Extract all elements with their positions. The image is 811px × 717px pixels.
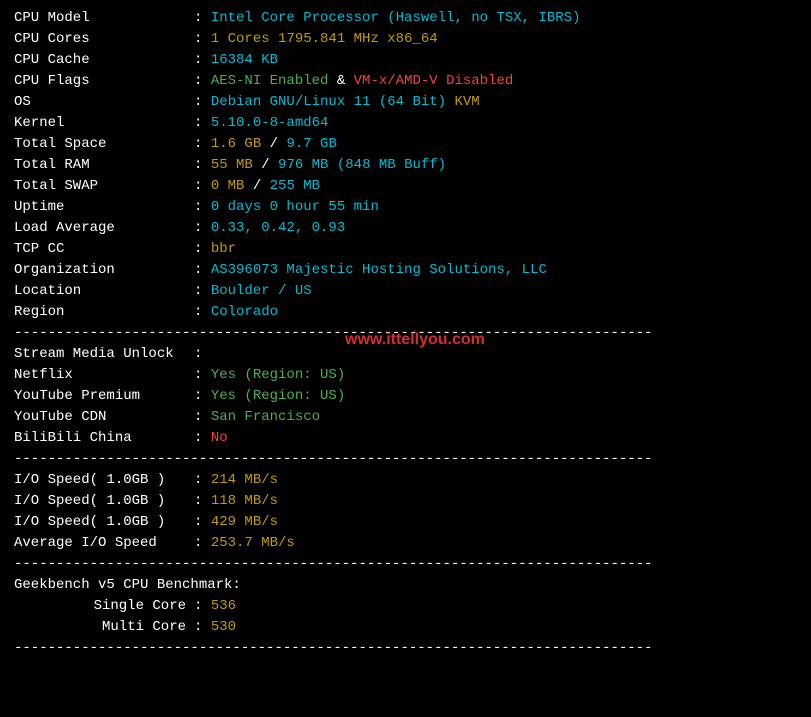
- value-io-avg: 253.7 MB/s: [211, 535, 295, 551]
- value-gb-multi: 530: [211, 619, 236, 635]
- value-uptime: 0 days 0 hour 55 min: [211, 199, 379, 215]
- label-youtube-premium: YouTube Premium: [14, 386, 194, 407]
- label-total-swap: Total SWAP: [14, 176, 194, 197]
- row-io-1: I/O Speed( 1.0GB ): 214 MB/s: [14, 470, 797, 491]
- value-gb-single: 536: [211, 598, 236, 614]
- row-gb-multi: Multi Core: 530: [14, 617, 797, 638]
- label-tcp-cc: TCP CC: [14, 239, 194, 260]
- value-io-1: 214 MB/s: [211, 472, 278, 488]
- row-cpu-cores: CPU Cores: 1 Cores 1795.841 MHz x86_64: [14, 29, 797, 50]
- label-total-space: Total Space: [14, 134, 194, 155]
- label-io-avg: Average I/O Speed: [14, 533, 194, 554]
- divider: ----------------------------------------…: [14, 554, 797, 575]
- row-location: Location: Boulder / US: [14, 281, 797, 302]
- label-cpu-model: CPU Model: [14, 8, 194, 29]
- value-bilibili: No: [211, 430, 228, 446]
- row-load-avg: Load Average: 0.33, 0.42, 0.93: [14, 218, 797, 239]
- value-cpu-model: Intel Core Processor (Haswell, no TSX, I…: [211, 10, 581, 26]
- label-load-avg: Load Average: [14, 218, 194, 239]
- label-os: OS: [14, 92, 194, 113]
- value-ram-used: 55 MB: [211, 157, 253, 173]
- value-swap-total: 255 MB: [270, 178, 320, 194]
- label-kernel: Kernel: [14, 113, 194, 134]
- label-uptime: Uptime: [14, 197, 194, 218]
- row-youtube-cdn: YouTube CDN: San Francisco: [14, 407, 797, 428]
- label-netflix: Netflix: [14, 365, 194, 386]
- value-netflix: Yes (Region: US): [211, 367, 345, 383]
- row-cpu-flags: CPU Flags: AES-NI Enabled & VM-x/AMD-V D…: [14, 71, 797, 92]
- row-region: Region: Colorado: [14, 302, 797, 323]
- label-cpu-cache: CPU Cache: [14, 50, 194, 71]
- row-org: Organization: AS396073 Majestic Hosting …: [14, 260, 797, 281]
- value-load-avg: 0.33, 0.42, 0.93: [211, 220, 345, 236]
- label-io-3: I/O Speed( 1.0GB ): [14, 512, 194, 533]
- row-cpu-model: CPU Model: Intel Core Processor (Haswell…: [14, 8, 797, 29]
- value-tcp-cc: bbr: [211, 241, 236, 257]
- row-uptime: Uptime: 0 days 0 hour 55 min: [14, 197, 797, 218]
- value-youtube-cdn: San Francisco: [211, 409, 320, 425]
- value-swap-used: 0 MB: [211, 178, 245, 194]
- value-virt: KVM: [454, 94, 479, 110]
- row-total-space: Total Space: 1.6 GB / 9.7 GB: [14, 134, 797, 155]
- value-io-2: 118 MB/s: [211, 493, 278, 509]
- row-cpu-cache: CPU Cache: 16384 KB: [14, 50, 797, 71]
- label-gb-multi: Multi Core: [14, 617, 194, 638]
- value-space-used: 1.6 GB: [211, 136, 261, 152]
- row-io-avg: Average I/O Speed: 253.7 MB/s: [14, 533, 797, 554]
- value-cpu-cores: 1 Cores 1795.841 MHz x86_64: [211, 31, 438, 47]
- value-aes: AES-NI Enabled: [211, 73, 329, 89]
- label-stream-header: Stream Media Unlock: [14, 344, 194, 365]
- row-gb-single: Single Core: 536: [14, 596, 797, 617]
- value-org: AS396073 Majestic Hosting Solutions, LLC: [211, 262, 547, 278]
- label-total-ram: Total RAM: [14, 155, 194, 176]
- label-region: Region: [14, 302, 194, 323]
- label-io-1: I/O Speed( 1.0GB ): [14, 470, 194, 491]
- label-cpu-flags: CPU Flags: [14, 71, 194, 92]
- label-geekbench-header: Geekbench v5 CPU Benchmark:: [14, 577, 241, 593]
- label-cpu-cores: CPU Cores: [14, 29, 194, 50]
- value-space-total: 9.7 GB: [286, 136, 336, 152]
- value-region: Colorado: [211, 304, 278, 320]
- row-io-3: I/O Speed( 1.0GB ): 429 MB/s: [14, 512, 797, 533]
- row-tcp-cc: TCP CC: bbr: [14, 239, 797, 260]
- row-geekbench-header: Geekbench v5 CPU Benchmark:: [14, 575, 797, 596]
- value-youtube-premium: Yes (Region: US): [211, 388, 345, 404]
- label-youtube-cdn: YouTube CDN: [14, 407, 194, 428]
- value-ram-total: 976 MB: [278, 157, 337, 173]
- row-os: OS: Debian GNU/Linux 11 (64 Bit) KVM: [14, 92, 797, 113]
- row-io-2: I/O Speed( 1.0GB ): 118 MB/s: [14, 491, 797, 512]
- value-kernel: 5.10.0-8-amd64: [211, 115, 329, 131]
- value-ram-buff: (848 MB Buff): [337, 157, 446, 173]
- watermark: www.ittellyou.com: [345, 328, 485, 352]
- value-io-3: 429 MB/s: [211, 514, 278, 530]
- row-kernel: Kernel: 5.10.0-8-amd64: [14, 113, 797, 134]
- value-os: Debian GNU/Linux 11 (64 Bit): [211, 94, 455, 110]
- row-netflix: Netflix: Yes (Region: US): [14, 365, 797, 386]
- label-io-2: I/O Speed( 1.0GB ): [14, 491, 194, 512]
- row-total-swap: Total SWAP: 0 MB / 255 MB: [14, 176, 797, 197]
- value-cpu-cache: 16384 KB: [211, 52, 278, 68]
- row-bilibili: BiliBili China: No: [14, 428, 797, 449]
- value-vmx: VM-x/AMD-V Disabled: [354, 73, 514, 89]
- divider: ----------------------------------------…: [14, 449, 797, 470]
- row-youtube-premium: YouTube Premium: Yes (Region: US): [14, 386, 797, 407]
- label-org: Organization: [14, 260, 194, 281]
- label-location: Location: [14, 281, 194, 302]
- label-bilibili: BiliBili China: [14, 428, 194, 449]
- row-total-ram: Total RAM: 55 MB / 976 MB (848 MB Buff): [14, 155, 797, 176]
- label-gb-single: Single Core: [14, 596, 194, 617]
- value-location: Boulder / US: [211, 283, 312, 299]
- divider: ----------------------------------------…: [14, 638, 797, 659]
